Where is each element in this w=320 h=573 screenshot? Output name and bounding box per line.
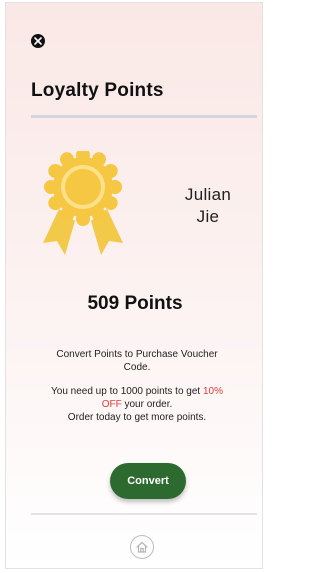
user-first-name: Julian <box>184 185 232 204</box>
close-icon <box>34 37 42 45</box>
award-ribbon-icon <box>43 151 123 255</box>
info-convert-text: Convert Points to Purchase Voucher Code. <box>56 349 218 373</box>
points-info: Convert Points to Purchase Voucher Code.… <box>42 348 232 424</box>
page-title: Loyalty Points <box>31 80 164 101</box>
info-order-text: Order today to get more points. <box>67 412 207 423</box>
home-icon <box>136 541 148 553</box>
points-balance: 509 Points <box>87 293 183 314</box>
info-discount-text: You need up to 1000 points to get 10% OF… <box>42 385 232 411</box>
home-button[interactable] <box>130 535 154 559</box>
close-button[interactable] <box>31 34 45 48</box>
title-divider <box>31 115 257 118</box>
user-name: Julian Jie <box>168 184 248 228</box>
info-discount-prefix: You need up to 1000 points to get <box>51 386 203 397</box>
bottom-divider <box>31 513 257 515</box>
info-discount-suffix: your order. <box>121 399 173 410</box>
convert-button[interactable]: Convert <box>110 463 186 499</box>
loyalty-screen: Loyalty Points Julian Jie 509 Points Con… <box>5 2 263 569</box>
user-last-name: Jie <box>196 207 220 226</box>
